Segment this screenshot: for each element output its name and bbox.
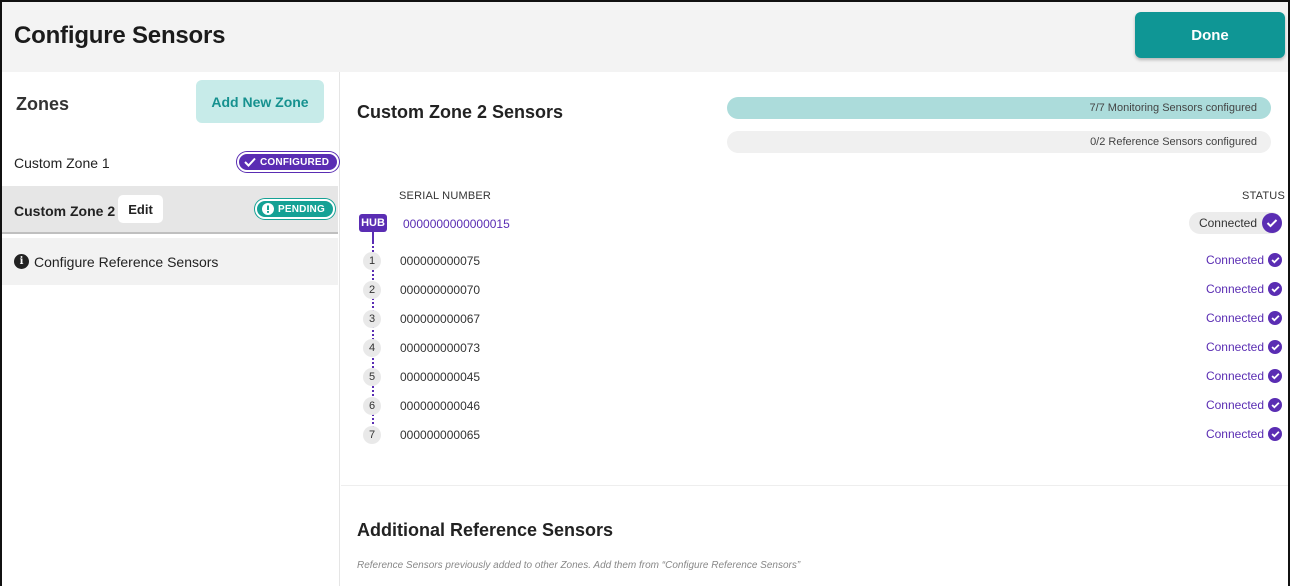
check-circle-icon bbox=[1268, 340, 1282, 354]
add-new-zone-button[interactable]: Add New Zone bbox=[196, 80, 324, 123]
hub-serial-number[interactable]: 0000000000000015 bbox=[403, 217, 510, 231]
zones-title: Zones bbox=[16, 94, 70, 114]
sensor-row: 4 000000000073 Connected bbox=[341, 339, 1288, 359]
sensor-row: 5 000000000045 Connected bbox=[341, 368, 1288, 388]
additional-reference-title: Additional Reference Sensors bbox=[357, 520, 614, 540]
zone-sensors-title: Custom Zone 2 Sensors bbox=[357, 102, 564, 122]
check-circle-icon bbox=[1268, 427, 1282, 441]
monitoring-sensors-progress: 7/7 Monitoring Sensors configured bbox=[727, 97, 1271, 119]
sensor-row: 7 000000000065 Connected bbox=[341, 426, 1288, 446]
sensor-status: Connected bbox=[1206, 340, 1282, 354]
check-circle-icon bbox=[1262, 213, 1282, 233]
sensor-serial-number: 000000000065 bbox=[400, 428, 481, 442]
status-header: STATUS bbox=[1242, 190, 1285, 202]
sensor-serial-number: 000000000073 bbox=[400, 341, 481, 355]
reference-progress-label: 0/2 Reference Sensors configured bbox=[1090, 136, 1257, 148]
sensor-index: 3 bbox=[363, 310, 381, 328]
edit-zone-button[interactable]: Edit bbox=[118, 195, 163, 223]
page-title: Configure Sensors bbox=[14, 22, 226, 49]
hub-badge: HUB bbox=[359, 214, 387, 232]
sensor-index: 4 bbox=[363, 339, 381, 357]
sensor-serial-number: 000000000067 bbox=[400, 312, 481, 326]
exclamation-icon bbox=[262, 203, 274, 215]
sensor-status-label: Connected bbox=[1205, 311, 1264, 325]
reference-link-label: Configure Reference Sensors bbox=[34, 254, 219, 270]
configured-badge: CONFIGURED bbox=[237, 152, 340, 172]
sensor-status: Connected bbox=[1206, 398, 1282, 412]
monitoring-progress-label: 7/7 Monitoring Sensors configured bbox=[1089, 102, 1257, 114]
info-icon: i bbox=[14, 254, 29, 269]
sensor-index: 2 bbox=[363, 281, 381, 299]
check-circle-icon bbox=[1268, 311, 1282, 325]
sensor-status-label: Connected bbox=[1205, 398, 1264, 412]
check-circle-icon bbox=[1268, 398, 1282, 412]
hub-status: Connected bbox=[1188, 212, 1282, 234]
sensor-status-label: Connected bbox=[1205, 253, 1264, 267]
sensor-index: 6 bbox=[363, 397, 381, 415]
zone-name: Custom Zone 1 bbox=[14, 155, 110, 171]
badge-label: PENDING bbox=[278, 203, 325, 215]
sensor-index: 1 bbox=[363, 252, 381, 270]
sensor-status-label: Connected bbox=[1205, 282, 1264, 296]
sensor-status-label: Connected bbox=[1205, 369, 1264, 383]
section-divider bbox=[341, 485, 1288, 486]
sensor-serial-number: 000000000075 bbox=[400, 254, 481, 268]
zones-sidebar: Zones Add New Zone Custom Zone 1 CONFIGU… bbox=[2, 72, 340, 586]
sensor-row: 2 000000000070 Connected bbox=[341, 281, 1288, 301]
sensor-status-label: Connected bbox=[1205, 340, 1264, 354]
sensor-status: Connected bbox=[1206, 369, 1282, 383]
sensor-status-label: Connected bbox=[1205, 427, 1264, 441]
sensor-serial-number: 000000000045 bbox=[400, 370, 481, 384]
check-circle-icon bbox=[1268, 369, 1282, 383]
sensor-status: Connected bbox=[1206, 282, 1282, 296]
zone-item-custom-zone-1[interactable]: Custom Zone 1 CONFIGURED bbox=[2, 142, 340, 186]
zone-sensors-panel: Custom Zone 2 Sensors 7/7 Monitoring Sen… bbox=[341, 72, 1288, 586]
additional-reference-subtitle: Reference Sensors previously added to ot… bbox=[357, 560, 801, 571]
serial-number-header: SERIAL NUMBER bbox=[399, 190, 492, 202]
reference-sensors-progress: 0/2 Reference Sensors configured bbox=[727, 131, 1271, 153]
sensor-status: Connected bbox=[1206, 311, 1282, 325]
configure-reference-sensors-link[interactable]: i Configure Reference Sensors bbox=[2, 238, 338, 285]
done-button[interactable]: Done bbox=[1135, 12, 1285, 58]
sensor-status: Connected bbox=[1206, 427, 1282, 441]
header: Configure Sensors Done bbox=[2, 2, 1288, 72]
badge-label: CONFIGURED bbox=[260, 156, 330, 168]
sensor-index: 7 bbox=[363, 426, 381, 444]
sensor-serial-number: 000000000070 bbox=[400, 283, 481, 297]
sensor-row: 3 000000000067 Connected bbox=[341, 310, 1288, 330]
pending-badge: PENDING bbox=[255, 199, 335, 219]
check-circle-icon bbox=[1268, 282, 1282, 296]
sensor-index: 5 bbox=[363, 368, 381, 386]
zone-item-custom-zone-2[interactable]: Custom Zone 2 Edit PENDING bbox=[2, 186, 338, 234]
sensor-row: 1 000000000075 Connected bbox=[341, 252, 1288, 272]
hub-status-label: Connected bbox=[1198, 216, 1257, 230]
check-circle-icon bbox=[1268, 253, 1282, 267]
zone-name: Custom Zone 2 bbox=[14, 203, 116, 219]
sensor-row: 6 000000000046 Connected bbox=[341, 397, 1288, 417]
sensor-serial-number: 000000000046 bbox=[400, 399, 481, 413]
checkmark-icon bbox=[244, 157, 256, 167]
sensor-status: Connected bbox=[1206, 253, 1282, 267]
app-frame: Configure Sensors Done Zones Add New Zon… bbox=[0, 0, 1290, 586]
